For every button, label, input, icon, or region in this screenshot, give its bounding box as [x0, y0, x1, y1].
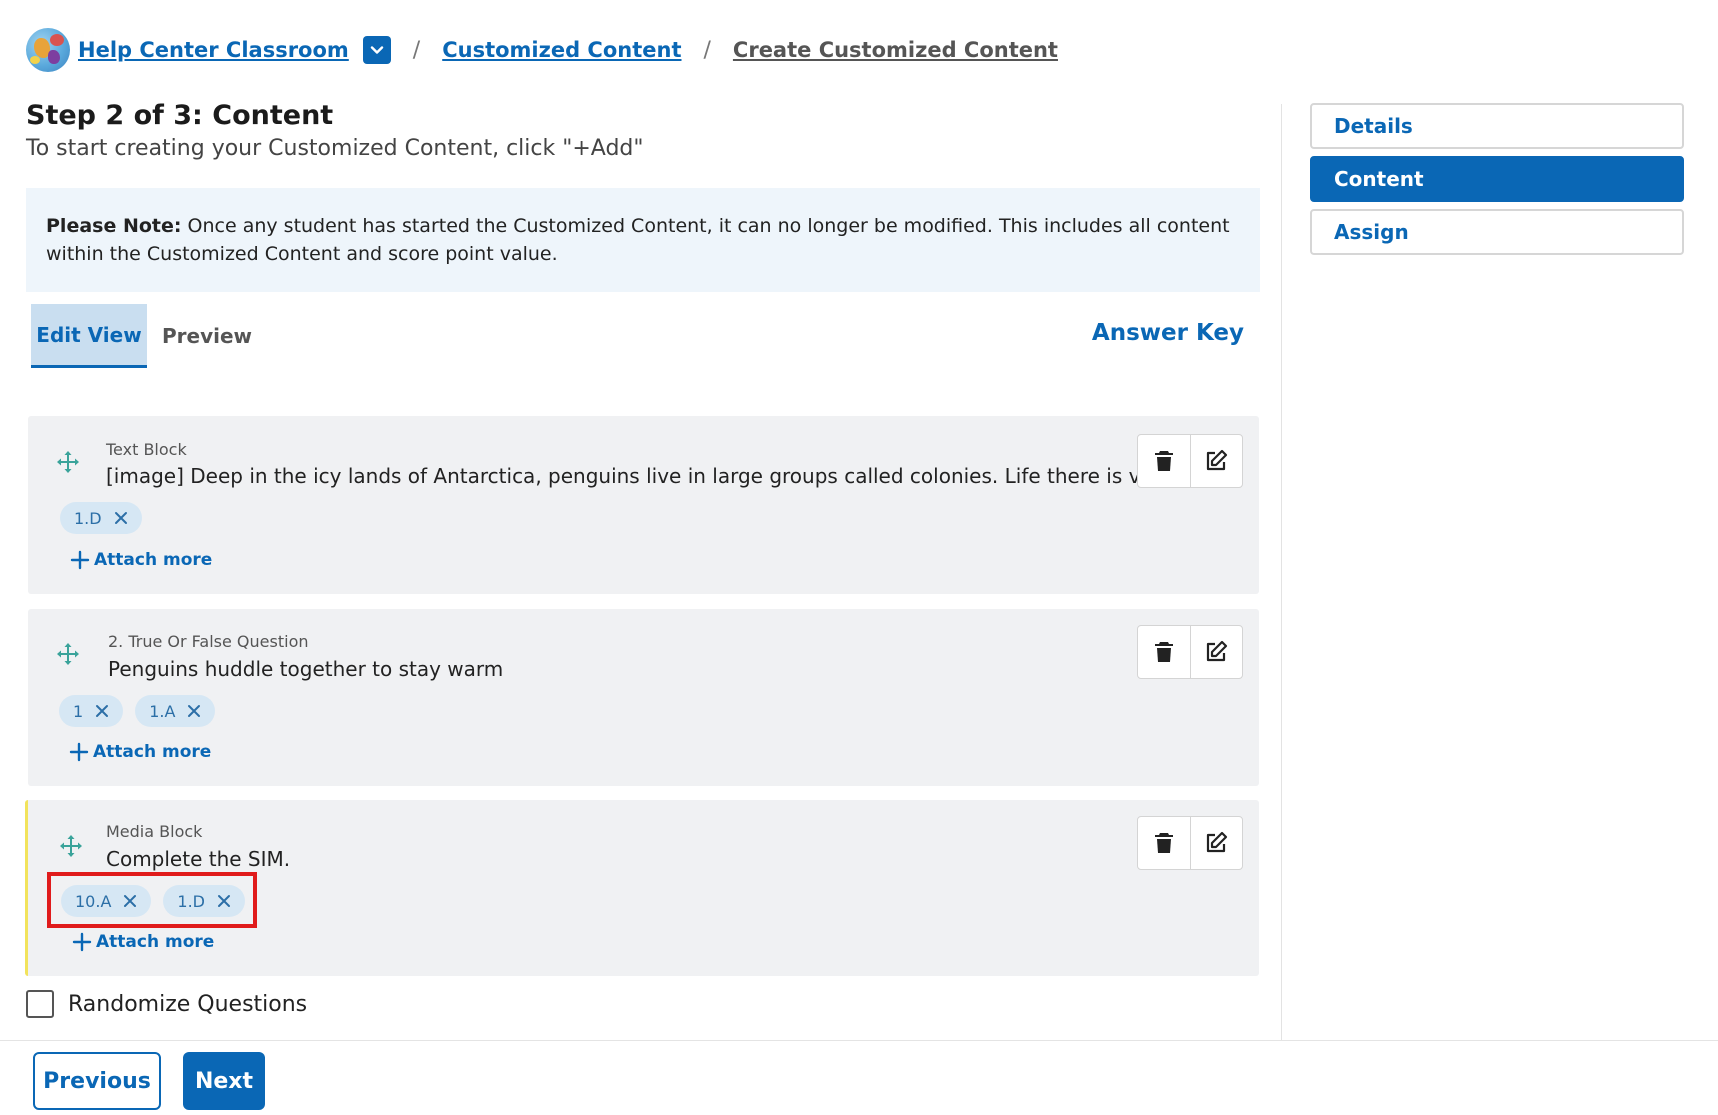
attach-more-label: Attach more	[94, 550, 213, 570]
plus-icon	[72, 932, 92, 952]
note-label: Please Note:	[46, 215, 182, 237]
edit-button[interactable]	[1189, 817, 1242, 869]
block-type-label: Text Block	[106, 440, 187, 459]
edit-pencil-icon	[1207, 831, 1228, 853]
class-dropdown-button[interactable]	[362, 36, 391, 64]
breadcrumb-separator: /	[703, 37, 711, 63]
content-block-question[interactable]: 2. True Or False Question Penguins huddl…	[28, 609, 1259, 786]
sidebar-item-details[interactable]: Details	[1310, 103, 1684, 149]
block-text: [image] Deep in the icy lands of Antarct…	[106, 464, 1173, 488]
attach-more-button[interactable]: Attach more	[70, 550, 212, 570]
attach-more-label: Attach more	[96, 932, 215, 952]
breadcrumb-separator: /	[412, 37, 421, 63]
standard-tag: 1	[59, 695, 124, 727]
block-actions	[1137, 816, 1243, 870]
sidebar-divider	[1281, 104, 1282, 1044]
tag-label: 1	[73, 701, 84, 721]
close-icon[interactable]	[95, 704, 109, 718]
standards-tags: 1 1.A	[59, 695, 216, 727]
breadcrumb-class-link[interactable]: Help Center Classroom	[78, 38, 349, 62]
previous-button[interactable]: Previous	[33, 1052, 161, 1110]
tab-preview[interactable]: Preview	[162, 304, 252, 368]
trash-icon	[1154, 451, 1173, 471]
breadcrumb-section-link[interactable]: Customized Content	[442, 38, 681, 62]
move-arrows-icon[interactable]	[56, 450, 80, 474]
edit-pencil-icon	[1207, 640, 1228, 662]
randomize-checkbox[interactable]	[26, 990, 54, 1018]
block-actions	[1137, 625, 1243, 679]
standards-tags: 1.D	[60, 502, 142, 534]
sidebar-item-content[interactable]: Content	[1310, 156, 1684, 202]
page-subtitle: To start creating your Customized Conten…	[26, 136, 644, 161]
next-button[interactable]: Next	[183, 1052, 265, 1110]
block-type-label: 2. True Or False Question	[108, 632, 309, 651]
tag-label: 1.D	[74, 508, 102, 528]
move-arrows-icon[interactable]	[59, 834, 83, 858]
sidebar-item-assign[interactable]: Assign	[1310, 209, 1684, 255]
edit-pencil-icon	[1207, 449, 1228, 471]
block-text: Penguins huddle together to stay warm	[108, 657, 504, 681]
attach-more-button[interactable]: Attach more	[72, 932, 214, 952]
tag-label: 1.A	[149, 701, 176, 721]
tab-edit-view[interactable]: Edit View	[31, 304, 147, 368]
trash-icon	[1154, 833, 1173, 853]
move-arrows-icon[interactable]	[56, 642, 80, 666]
block-type-label: Media Block	[106, 822, 203, 841]
info-note: Please Note: Once any student has starte…	[26, 188, 1260, 292]
delete-button[interactable]	[1138, 626, 1190, 678]
standard-tag: 1.A	[135, 695, 216, 727]
edit-button[interactable]	[1189, 435, 1242, 487]
chevron-down-icon	[370, 46, 383, 54]
class-globe-icon	[26, 28, 70, 72]
close-icon[interactable]	[187, 704, 201, 718]
plus-icon	[69, 742, 89, 762]
close-icon[interactable]	[114, 511, 128, 525]
breadcrumb: Help Center Classroom / Customized Conte…	[26, 26, 1058, 74]
page-title: Step 2 of 3: Content	[26, 100, 334, 131]
randomize-questions-option[interactable]: Randomize Questions	[26, 990, 307, 1018]
block-actions	[1137, 434, 1243, 488]
standard-tag: 1.D	[60, 502, 142, 534]
edit-button[interactable]	[1189, 626, 1242, 678]
breadcrumb-current[interactable]: Create Customized Content	[733, 38, 1058, 62]
content-block-text[interactable]: Text Block [image] Deep in the icy lands…	[28, 416, 1259, 594]
delete-button[interactable]	[1138, 817, 1190, 869]
block-text: Complete the SIM.	[106, 847, 291, 871]
attach-more-button[interactable]: Attach more	[69, 742, 211, 762]
plus-icon	[70, 550, 90, 570]
note-text: Once any student has started the Customi…	[46, 215, 1230, 265]
delete-button[interactable]	[1138, 435, 1190, 487]
randomize-label: Randomize Questions	[68, 991, 308, 1017]
trash-icon	[1154, 642, 1173, 662]
answer-key-link[interactable]: Answer Key	[1092, 320, 1244, 346]
attach-more-label: Attach more	[93, 742, 212, 762]
annotation-highlight-box	[47, 872, 257, 928]
